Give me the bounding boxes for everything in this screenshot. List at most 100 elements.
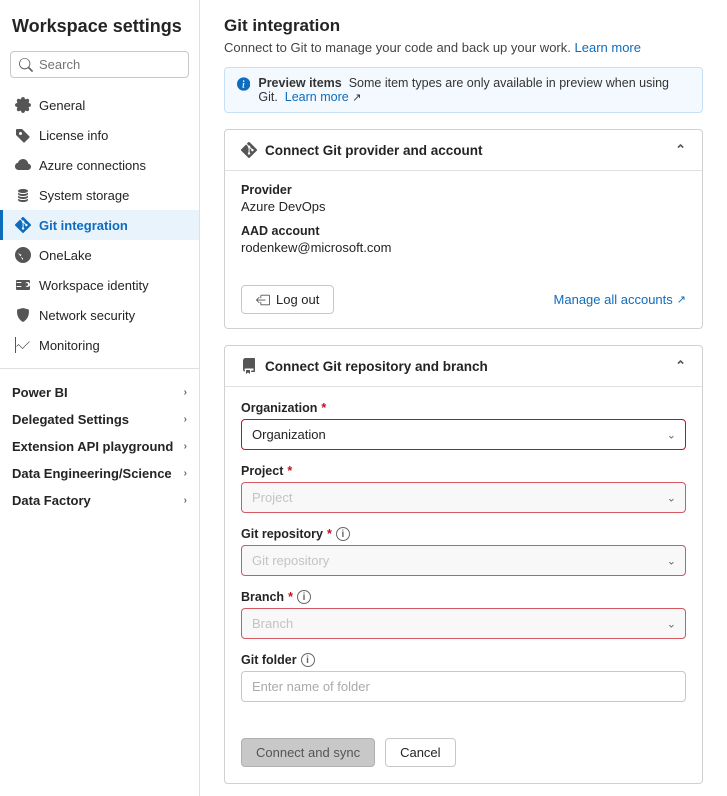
git-repo-select[interactable]: Git repository — [241, 545, 686, 576]
org-select[interactable]: Organization — [241, 419, 686, 450]
page-title: Workspace settings — [0, 16, 199, 51]
section-data-factory[interactable]: Data Factory › — [0, 485, 199, 512]
main-content: Git integration Connect to Git to manage… — [200, 0, 727, 796]
project-select-wrapper: Project ⌄ — [241, 482, 686, 513]
logout-icon — [256, 293, 270, 307]
provider-value: Azure DevOps — [241, 199, 686, 214]
repo-card-title: Connect Git repository and branch — [265, 359, 488, 374]
section-powerbi[interactable]: Power BI › — [0, 377, 199, 404]
nav-label-azure: Azure connections — [39, 158, 146, 173]
section-label-extension-api: Extension API playground — [12, 439, 173, 454]
provider-card: Connect Git provider and account ⌃ Provi… — [224, 129, 703, 329]
folder-info-icon: i — [301, 653, 315, 667]
sidebar-item-storage[interactable]: System storage — [0, 180, 199, 210]
repo-card-header: Connect Git repository and branch ⌃ — [225, 346, 702, 387]
branch-select-wrapper: Branch ⌄ — [241, 608, 686, 639]
gear-icon — [15, 97, 31, 113]
sidebar-item-onelake[interactable]: OneLake — [0, 240, 199, 270]
sidebar-item-license[interactable]: License info — [0, 120, 199, 150]
cancel-button[interactable]: Cancel — [385, 738, 455, 767]
lake-icon — [15, 247, 31, 263]
provider-card-body: Provider Azure DevOps AAD account rodenk… — [225, 171, 702, 277]
provider-card-title: Connect Git provider and account — [265, 143, 483, 158]
nav-label-license: License info — [39, 128, 108, 143]
git-repo-info-icon: i — [336, 527, 350, 541]
manage-accounts-link[interactable]: Manage all accounts ↗ — [554, 292, 686, 307]
project-field: Project * Project ⌄ — [241, 464, 686, 513]
sidebar-item-general[interactable]: General — [0, 90, 199, 120]
id-icon — [15, 277, 31, 293]
branch-required-star: * — [288, 590, 293, 604]
nav-label-onelake: OneLake — [39, 248, 92, 263]
folder-field: Git folder i — [241, 653, 686, 702]
subtitle-text: Connect to Git to manage your code and b… — [224, 40, 571, 55]
chart-icon — [15, 337, 31, 353]
section-data-engineering[interactable]: Data Engineering/Science › — [0, 458, 199, 485]
provider-label: Provider — [241, 183, 686, 197]
database-icon — [15, 187, 31, 203]
sidebar-item-monitoring[interactable]: Monitoring — [0, 330, 199, 360]
branch-select[interactable]: Branch — [241, 608, 686, 639]
section-label-data-factory: Data Factory — [12, 493, 91, 508]
chevron-powerbi-icon: › — [184, 387, 187, 398]
nav-label-storage: System storage — [39, 188, 129, 203]
nav-label-monitoring: Monitoring — [39, 338, 100, 353]
nav-label-network: Network security — [39, 308, 135, 323]
nav-label-workspace-identity: Workspace identity — [39, 278, 149, 293]
git-repo-field: Git repository * i Git repository ⌄ — [241, 527, 686, 576]
org-select-wrapper: Organization ⌄ — [241, 419, 686, 450]
section-delegated[interactable]: Delegated Settings › — [0, 404, 199, 431]
org-field: Organization * Organization ⌄ — [241, 401, 686, 450]
search-box[interactable] — [10, 51, 189, 78]
account-value: rodenkew@microsoft.com — [241, 240, 686, 255]
repo-form: Organization * Organization ⌄ Project * — [225, 387, 702, 730]
sidebar-item-git[interactable]: Git integration — [0, 210, 199, 240]
provider-card-actions: Log out Manage all accounts ↗ — [225, 277, 702, 328]
logout-label: Log out — [276, 292, 319, 307]
banner-learn-more-link[interactable]: Learn more — [285, 90, 349, 104]
git-icon — [15, 217, 31, 233]
logout-button[interactable]: Log out — [241, 285, 334, 314]
nav-label-git: Git integration — [39, 218, 128, 233]
collapse-provider-icon[interactable]: ⌃ — [675, 142, 686, 158]
banner-label: Preview items — [258, 76, 341, 90]
repo-card: Connect Git repository and branch ⌃ Orga… — [224, 345, 703, 784]
form-actions: Connect and sync Cancel — [225, 730, 702, 783]
main-title: Git integration — [224, 16, 703, 36]
folder-input[interactable] — [241, 671, 686, 702]
learn-more-link[interactable]: Learn more — [575, 40, 641, 55]
nav-label-general: General — [39, 98, 85, 113]
main-subtitle: Connect to Git to manage your code and b… — [224, 40, 703, 55]
connect-sync-button[interactable]: Connect and sync — [241, 738, 375, 767]
sidebar-item-azure[interactable]: Azure connections — [0, 150, 199, 180]
chevron-extension-api-icon: › — [184, 441, 187, 452]
git-repo-required-star: * — [327, 527, 332, 541]
org-label: Organization * — [241, 401, 686, 415]
folder-label: Git folder i — [241, 653, 686, 667]
info-circle-icon — [237, 76, 250, 92]
repo-header-left: Connect Git repository and branch — [241, 358, 488, 374]
section-label-powerbi: Power BI — [12, 385, 68, 400]
cancel-label: Cancel — [400, 745, 440, 760]
search-input[interactable] — [39, 57, 180, 72]
branch-label: Branch * i — [241, 590, 686, 604]
card-header-left: Connect Git provider and account — [241, 142, 483, 158]
collapse-repo-icon[interactable]: ⌃ — [675, 358, 686, 374]
chevron-data-factory-icon: › — [184, 495, 187, 506]
org-required-star: * — [321, 401, 326, 415]
sidebar-item-workspace-identity[interactable]: Workspace identity — [0, 270, 199, 300]
repo-icon — [241, 358, 257, 374]
branch-field: Branch * i Branch ⌄ — [241, 590, 686, 639]
project-select[interactable]: Project — [241, 482, 686, 513]
banner-text: Preview items Some item types are only a… — [258, 76, 690, 104]
chevron-data-engineering-icon: › — [184, 468, 187, 479]
info-banner: Preview items Some item types are only a… — [224, 67, 703, 113]
tag-icon — [15, 127, 31, 143]
section-label-delegated: Delegated Settings — [12, 412, 129, 427]
git-provider-icon — [241, 142, 257, 158]
sidebar-item-network[interactable]: Network security — [0, 300, 199, 330]
connect-sync-label: Connect and sync — [256, 745, 360, 760]
section-extension-api[interactable]: Extension API playground › — [0, 431, 199, 458]
section-label-data-engineering: Data Engineering/Science — [12, 466, 172, 481]
provider-card-header: Connect Git provider and account ⌃ — [225, 130, 702, 171]
